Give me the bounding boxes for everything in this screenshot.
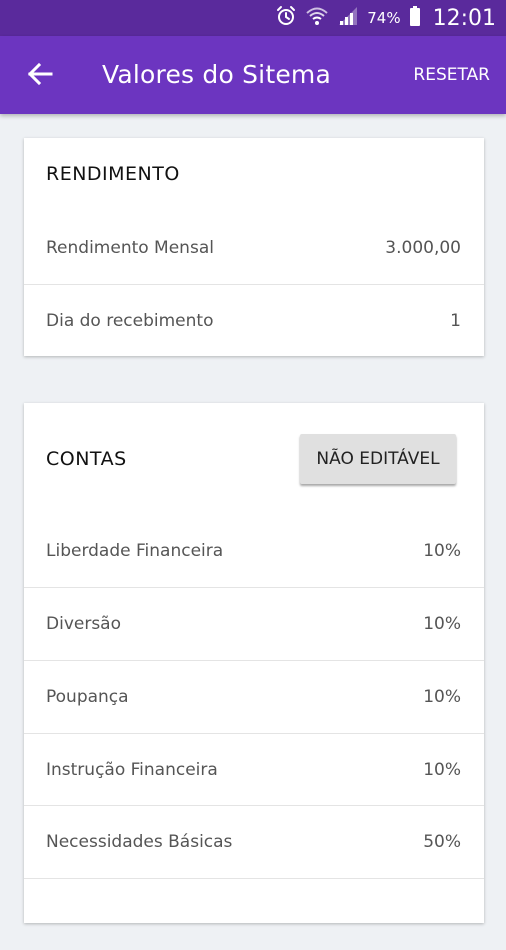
row-value: 10% bbox=[423, 541, 461, 561]
battery-icon bbox=[409, 5, 421, 31]
page-title: Valores do Sitema bbox=[102, 60, 331, 89]
account-row-necessidades[interactable]: Necessidades Básicas 50% bbox=[24, 805, 484, 877]
signal-icon bbox=[337, 5, 359, 31]
row-value: 1 bbox=[450, 311, 461, 331]
wifi-icon bbox=[305, 5, 329, 31]
income-card: RENDIMENTO Rendimento Mensal 3.000,00 Di… bbox=[24, 138, 484, 356]
row-label: Poupança bbox=[46, 687, 129, 707]
income-row-payday[interactable]: Dia do recebimento 1 bbox=[24, 284, 484, 356]
row-value: 10% bbox=[423, 687, 461, 707]
row-value: 10% bbox=[423, 614, 461, 634]
account-row-partial[interactable] bbox=[24, 878, 484, 950]
income-card-title: RENDIMENTO bbox=[46, 163, 180, 185]
not-editable-button[interactable]: NÃO EDITÁVEL bbox=[300, 434, 456, 484]
income-row-monthly[interactable]: Rendimento Mensal 3.000,00 bbox=[24, 212, 484, 284]
account-row-poupanca[interactable]: Poupança 10% bbox=[24, 660, 484, 732]
row-label: Rendimento Mensal bbox=[46, 238, 214, 258]
alarm-icon bbox=[275, 5, 297, 31]
row-label: Diversão bbox=[46, 614, 121, 634]
accounts-card-title: CONTAS bbox=[46, 448, 127, 470]
reset-button[interactable]: RESETAR bbox=[413, 36, 490, 114]
back-button[interactable] bbox=[24, 60, 56, 92]
account-row-liberdade[interactable]: Liberdade Financeira 10% bbox=[24, 515, 484, 587]
status-clock: 12:01 bbox=[432, 5, 496, 31]
account-row-instrucao[interactable]: Instrução Financeira 10% bbox=[24, 733, 484, 805]
row-label: Dia do recebimento bbox=[46, 311, 214, 331]
row-label: Instrução Financeira bbox=[46, 760, 218, 780]
row-value: 50% bbox=[423, 832, 461, 852]
arrow-left-icon bbox=[27, 61, 53, 91]
row-label: Liberdade Financeira bbox=[46, 541, 224, 561]
status-bar: 74% 12:01 bbox=[0, 0, 506, 36]
row-value: 3.000,00 bbox=[385, 238, 461, 258]
app-bar: Valores do Sitema RESETAR bbox=[0, 36, 506, 114]
accounts-card: CONTAS NÃO EDITÁVEL Liberdade Financeira… bbox=[24, 403, 484, 923]
row-label: Necessidades Básicas bbox=[46, 832, 233, 852]
status-icons: 74% 12:01 bbox=[275, 0, 496, 36]
row-value: 10% bbox=[423, 760, 461, 780]
battery-percentage: 74% bbox=[367, 9, 401, 27]
account-row-diversao[interactable]: Diversão 10% bbox=[24, 587, 484, 659]
